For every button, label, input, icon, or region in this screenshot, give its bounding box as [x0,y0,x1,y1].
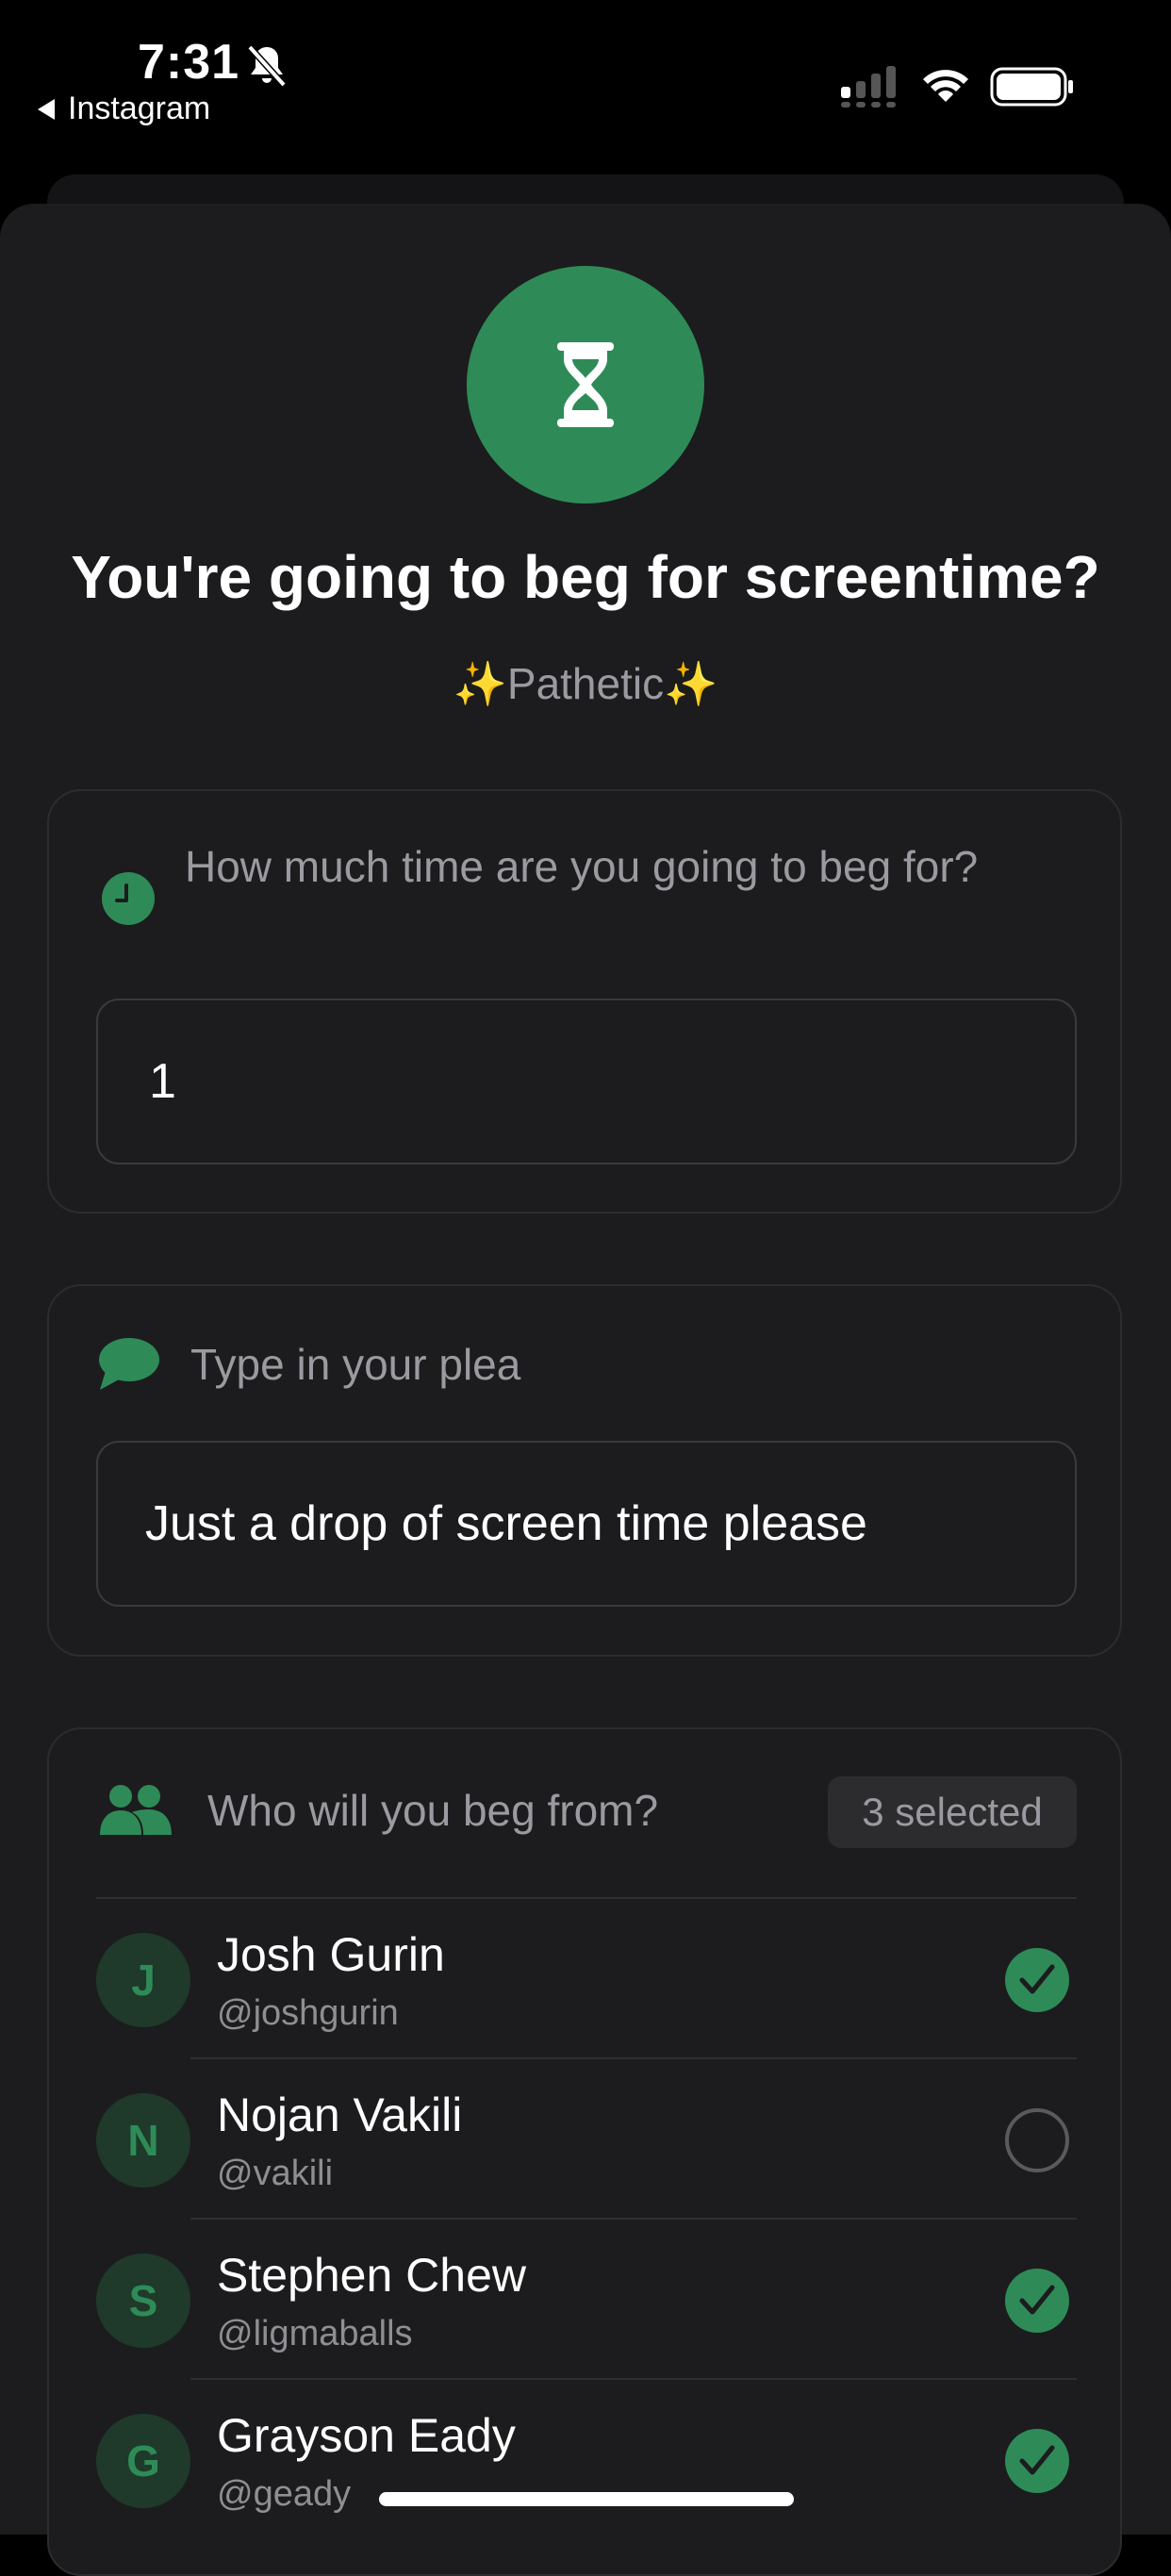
checkmark-icon [1019,2445,1055,2475]
unselected-checkbox[interactable] [1005,2108,1069,2172]
home-indicator[interactable] [379,2492,794,2506]
page-title: You're going to beg for screentime? [71,543,1100,611]
status-time: 7:31 [138,35,240,90]
clock-icon [102,872,155,925]
contact-handle: @geady [217,2474,352,2514]
hero-badge [467,266,704,504]
back-triangle-icon [38,98,55,120]
contact-name: Stephen Chew [217,2249,527,2302]
time-amount-label: How much time are you going to beg for? [185,842,979,891]
hourglass-icon [557,342,614,427]
selected-checkbox[interactable] [1005,2429,1069,2493]
selected-count-badge: 3 selected [828,1776,1077,1848]
battery-icon [990,67,1073,107]
selected-checkbox[interactable] [1005,2269,1069,2333]
contact-row[interactable]: G Grayson Eady @geady [49,2380,1124,2540]
bell-muted-icon [247,44,287,88]
wifi-icon [923,70,968,102]
contact-name: Nojan Vakili [217,2089,463,2141]
sparkle-icon: ✨ [453,659,507,708]
avatar: S [96,2254,190,2348]
checkmark-icon [1019,1964,1055,1994]
avatar: G [96,2414,190,2508]
contact-name: Grayson Eady [217,2409,516,2462]
avatar: J [96,1933,190,2027]
sparkle-icon: ✨ [664,659,718,708]
contact-handle: @vakili [217,2154,334,2193]
avatar: N [96,2093,190,2188]
subtitle-text: Pathetic [506,659,665,708]
back-to-app-button[interactable]: Instagram [36,91,210,127]
plea-input[interactable]: Just a drop of screen time please [96,1441,1077,1607]
recipients-label: Who will you beg from? [207,1786,659,1835]
recipients-card: Who will you beg from? 3 selected J Josh… [47,1727,1122,2576]
chat-bubble-icon [99,1338,159,1390]
contact-row[interactable]: S Stephen Chew @ligmaballs [49,2220,1124,2380]
page-subtitle: ✨Pathetic✨ [0,658,1171,710]
selected-checkbox[interactable] [1005,1948,1069,2012]
contact-handle: @ligmaballs [217,2314,413,2353]
time-amount-input[interactable]: 1 [96,999,1077,1164]
plea-card: Type in your plea Just a drop of screen … [47,1284,1122,1657]
back-app-label: Instagram [68,91,211,126]
plea-label: Type in your plea [190,1340,521,1389]
people-icon [100,1785,172,1835]
cellular-signal-icon [841,66,896,107]
time-amount-card: How much time are you going to beg for? … [47,789,1122,1214]
contact-row[interactable]: N Nojan Vakili @vakili [49,2059,1124,2220]
contact-handle: @joshgurin [217,1993,399,2033]
status-bar: 7:31 Instagram [0,0,1171,174]
contact-name: Josh Gurin [217,1928,445,1981]
checkmark-icon [1019,2285,1055,2315]
contact-row[interactable]: J Josh Gurin @joshgurin [49,1899,1124,2059]
